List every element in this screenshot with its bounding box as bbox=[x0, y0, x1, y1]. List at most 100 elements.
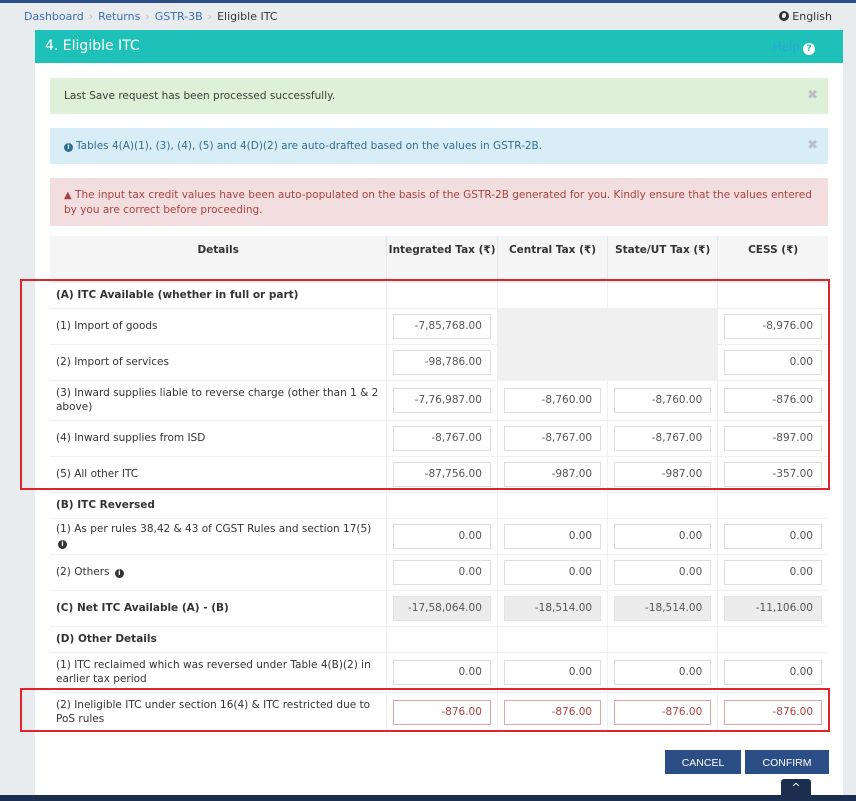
breadcrumb-separator: › bbox=[88, 10, 94, 23]
a3-cess-input[interactable]: -876.00 bbox=[724, 387, 822, 413]
a3-sgst-input[interactable]: -8,760.00 bbox=[614, 387, 712, 413]
info-icon[interactable]: i bbox=[114, 569, 124, 578]
breadcrumb: Dashboard › Returns › GSTR-3B › Eligible ITC bbox=[24, 10, 277, 23]
help-label: Help bbox=[772, 40, 800, 54]
breadcrumb-current: Eligible ITC bbox=[217, 10, 278, 23]
language-selector[interactable]: English bbox=[779, 10, 832, 23]
section-d-row: (D) Other Details bbox=[50, 625, 828, 652]
table-row-a4: (4) Inward supplies from ISD -8,767.00 -… bbox=[50, 419, 828, 456]
table-row-a2: (2) Import of services -98,786.00 0.00 bbox=[50, 343, 828, 380]
a5-sgst-input[interactable]: -987.00 bbox=[614, 461, 712, 487]
a2-sgst-disabled bbox=[607, 343, 719, 380]
c-cgst-value: -18,514.00 bbox=[503, 595, 602, 621]
d2-cgst-input[interactable]: -876.00 bbox=[503, 699, 602, 725]
a3-igst-input[interactable]: -7,76,987.00 bbox=[393, 387, 491, 413]
table-row-c: (C) Net ITC Available (A) - (B) -17,58,0… bbox=[50, 589, 828, 626]
d1-cgst-input[interactable]: 0.00 bbox=[503, 659, 602, 685]
c-sgst-value: -18,514.00 bbox=[614, 595, 712, 621]
b1-sgst-input[interactable]: 0.00 bbox=[614, 523, 712, 549]
panel-title: 4. Eligible ITC bbox=[45, 38, 140, 54]
table-row-a5: (5) All other ITC -87,756.00 -987.00 -98… bbox=[50, 455, 828, 492]
header-integrated-tax: Integrated Tax (₹) bbox=[386, 236, 498, 282]
info-message: Tables 4(A)(1), (3), (4), (5) and 4(D)(2… bbox=[76, 140, 543, 152]
success-alert: Last Save request has been processed suc… bbox=[50, 78, 828, 114]
row-label: (2) Import of services bbox=[50, 343, 388, 380]
warning-alert: ▲ The input tax credit values have been … bbox=[50, 178, 828, 226]
row-label: (3) Inward supplies liable to reverse ch… bbox=[50, 379, 388, 420]
header-central-tax: Central Tax (₹) bbox=[497, 236, 609, 282]
row-label: (1) Import of goods bbox=[50, 307, 388, 344]
close-icon[interactable]: ✖ bbox=[807, 128, 818, 164]
table-header-row: Details Integrated Tax (₹) Central Tax (… bbox=[50, 236, 828, 282]
language-label: English bbox=[792, 10, 832, 23]
table-row-a3: (3) Inward supplies liable to reverse ch… bbox=[50, 379, 828, 420]
b1-cess-input[interactable]: 0.00 bbox=[724, 523, 822, 549]
a1-igst-input[interactable]: -7,85,768.00 bbox=[393, 313, 491, 339]
row-label: (2) Others bbox=[56, 566, 110, 578]
b1-igst-input[interactable]: 0.00 bbox=[393, 523, 491, 549]
table-row-b1: (1) As per rules 38,42 & 43 of CGST Rule… bbox=[50, 517, 828, 554]
section-a-row: (A) ITC Available (whether in full or pa… bbox=[50, 281, 828, 308]
itc-table: Details Integrated Tax (₹) Central Tax (… bbox=[50, 236, 828, 732]
b2-cess-input[interactable]: 0.00 bbox=[724, 559, 822, 585]
section-d-label: (D) Other Details bbox=[50, 625, 388, 652]
row-label: (2) Ineligible ITC under section 16(4) &… bbox=[50, 691, 388, 732]
d1-cess-input[interactable]: 0.00 bbox=[724, 659, 822, 685]
chevron-up-icon: ^ bbox=[791, 781, 801, 794]
breadcrumb-separator: › bbox=[145, 10, 150, 23]
b2-cgst-input[interactable]: 0.00 bbox=[503, 559, 602, 585]
b1-cgst-input[interactable]: 0.00 bbox=[503, 523, 602, 549]
footer-bar bbox=[0, 795, 856, 801]
section-a-label: (A) ITC Available (whether in full or pa… bbox=[50, 281, 388, 308]
breadcrumb-gstr3b[interactable]: GSTR-3B bbox=[155, 10, 203, 23]
info-icon[interactable]: i bbox=[58, 540, 67, 549]
row-label: (5) All other ITC bbox=[50, 455, 388, 492]
a1-cgst-disabled bbox=[497, 307, 609, 344]
b2-igst-input[interactable]: 0.00 bbox=[393, 559, 491, 585]
confirm-button[interactable]: CONFIRM bbox=[745, 750, 829, 774]
breadcrumb-returns[interactable]: Returns bbox=[98, 10, 140, 23]
table-row-d2: (2) Ineligible ITC under section 16(4) &… bbox=[50, 691, 828, 732]
warning-icon: ▲ bbox=[64, 190, 72, 201]
a1-cess-input[interactable]: -8,976.00 bbox=[724, 313, 822, 339]
a5-cess-input[interactable]: -357.00 bbox=[724, 461, 822, 487]
d2-sgst-input[interactable]: -876.00 bbox=[614, 699, 712, 725]
info-icon: i bbox=[64, 143, 73, 152]
a4-cess-input[interactable]: -897.00 bbox=[724, 425, 822, 451]
header-state-tax: State/UT Tax (₹) bbox=[607, 236, 719, 282]
b2-sgst-input[interactable]: 0.00 bbox=[614, 559, 712, 585]
section-b-row: (B) ITC Reversed bbox=[50, 491, 828, 518]
breadcrumb-dashboard[interactable]: Dashboard bbox=[24, 10, 84, 23]
panel-header: 4. Eligible ITC Help? bbox=[35, 30, 843, 63]
a2-igst-input[interactable]: -98,786.00 bbox=[393, 349, 491, 375]
a5-cgst-input[interactable]: -987.00 bbox=[503, 461, 602, 487]
section-b-label: (B) ITC Reversed bbox=[50, 491, 388, 518]
cancel-button[interactable]: CANCEL bbox=[665, 750, 741, 774]
a4-cgst-input[interactable]: -8,767.00 bbox=[503, 425, 602, 451]
c-igst-value: -17,58,064.00 bbox=[393, 595, 491, 621]
d1-sgst-input[interactable]: 0.00 bbox=[614, 659, 712, 685]
row-label: (4) Inward supplies from ISD bbox=[50, 419, 388, 456]
d2-cess-input[interactable]: -876.00 bbox=[724, 699, 822, 725]
scroll-to-top-button[interactable]: ^ bbox=[781, 779, 811, 801]
question-icon: ? bbox=[803, 43, 815, 55]
c-cess-value: -11,106.00 bbox=[724, 595, 822, 621]
a3-cgst-input[interactable]: -8,760.00 bbox=[503, 387, 602, 413]
row-label: (1) ITC reclaimed which was reversed und… bbox=[50, 651, 388, 692]
help-link[interactable]: Help? bbox=[773, 40, 815, 55]
eligible-itc-panel: 4. Eligible ITC Help? Last Save request … bbox=[35, 30, 843, 801]
a1-sgst-disabled bbox=[607, 307, 719, 344]
globe-icon bbox=[779, 11, 790, 21]
a4-igst-input[interactable]: -8,767.00 bbox=[393, 425, 491, 451]
row-label: (1) As per rules 38,42 & 43 of CGST Rule… bbox=[56, 523, 372, 535]
close-icon[interactable]: ✖ bbox=[807, 78, 818, 114]
breadcrumb-separator: › bbox=[207, 10, 213, 23]
info-alert: i Tables 4(A)(1), (3), (4), (5) and 4(D)(… bbox=[50, 128, 828, 164]
a2-cess-input[interactable]: 0.00 bbox=[724, 349, 822, 375]
a4-sgst-input[interactable]: -8,767.00 bbox=[614, 425, 712, 451]
d2-igst-input[interactable]: -876.00 bbox=[393, 699, 491, 725]
d1-igst-input[interactable]: 0.00 bbox=[393, 659, 491, 685]
a2-cgst-disabled bbox=[497, 343, 609, 380]
a5-igst-input[interactable]: -87,756.00 bbox=[393, 461, 491, 487]
table-row-b2: (2) Others i 0.00 0.00 0.00 0.00 bbox=[50, 553, 828, 590]
